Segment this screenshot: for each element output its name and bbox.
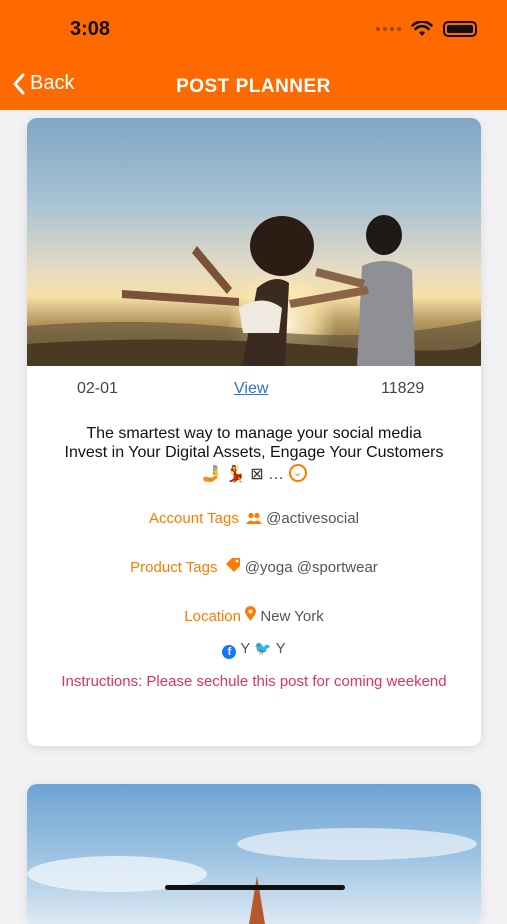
caption-emoji-row: 🤳 💃 ⊠ … ⌄ (27, 464, 481, 484)
product-tags-row: Product Tags @yoga @sportwear (27, 558, 481, 576)
post-count: 11829 (381, 380, 425, 397)
twitter-icon: 🐦 (254, 640, 272, 656)
facebook-icon: f (222, 645, 237, 659)
page-title: POST PLANNER (176, 76, 331, 97)
battery-icon (443, 21, 477, 37)
location-pin-icon (245, 606, 257, 621)
tag-icon (225, 558, 240, 572)
post-instructions: Instructions: Please sechule this post f… (61, 673, 447, 690)
post-card[interactable]: 02-01 View 11829 The smartest way to man… (27, 118, 481, 746)
facebook-status: Y (240, 640, 251, 657)
dancers-silhouette (122, 215, 415, 366)
twitter-status: Y (275, 640, 286, 657)
post-date: 02-01 (77, 380, 118, 397)
account-tags-label: Account Tags (149, 510, 239, 527)
account-tags-row: Account Tags @activesocial (27, 510, 481, 527)
social-platforms-row: f Y 🐦 Y (27, 640, 481, 659)
post-image-next[interactable] (27, 784, 481, 924)
people-icon (246, 512, 262, 524)
view-link[interactable]: View (234, 380, 268, 398)
product-tags-label: Product Tags (130, 559, 218, 576)
caption-line-2: Invest in Your Digital Assets, Engage Yo… (64, 444, 444, 461)
location-label: Location (184, 608, 241, 625)
emoji-text: 🤳 💃 ⊠ … (201, 466, 285, 483)
location-row: Location New York (27, 606, 481, 625)
home-indicator[interactable] (165, 885, 345, 890)
product-tags-value: @yoga @sportwear (244, 559, 378, 576)
location-value: New York (260, 608, 324, 625)
caption-line-1: The smartest way to manage your social m… (86, 425, 422, 442)
post-caption: The smartest way to manage your social m… (27, 424, 481, 462)
account-tags-value: @activesocial (266, 510, 359, 527)
post-image[interactable] (27, 118, 481, 366)
post-card-next[interactable] (27, 784, 481, 924)
app-header: 3:08 Back POST PLANNER (0, 0, 507, 110)
chevron-down-circle-icon[interactable]: ⌄ (288, 464, 307, 482)
status-time: 3:08 (70, 18, 111, 40)
clouds-graphic (27, 828, 477, 924)
wifi-icon (411, 21, 433, 36)
status-icons (376, 21, 477, 37)
signal-icon (376, 27, 401, 31)
